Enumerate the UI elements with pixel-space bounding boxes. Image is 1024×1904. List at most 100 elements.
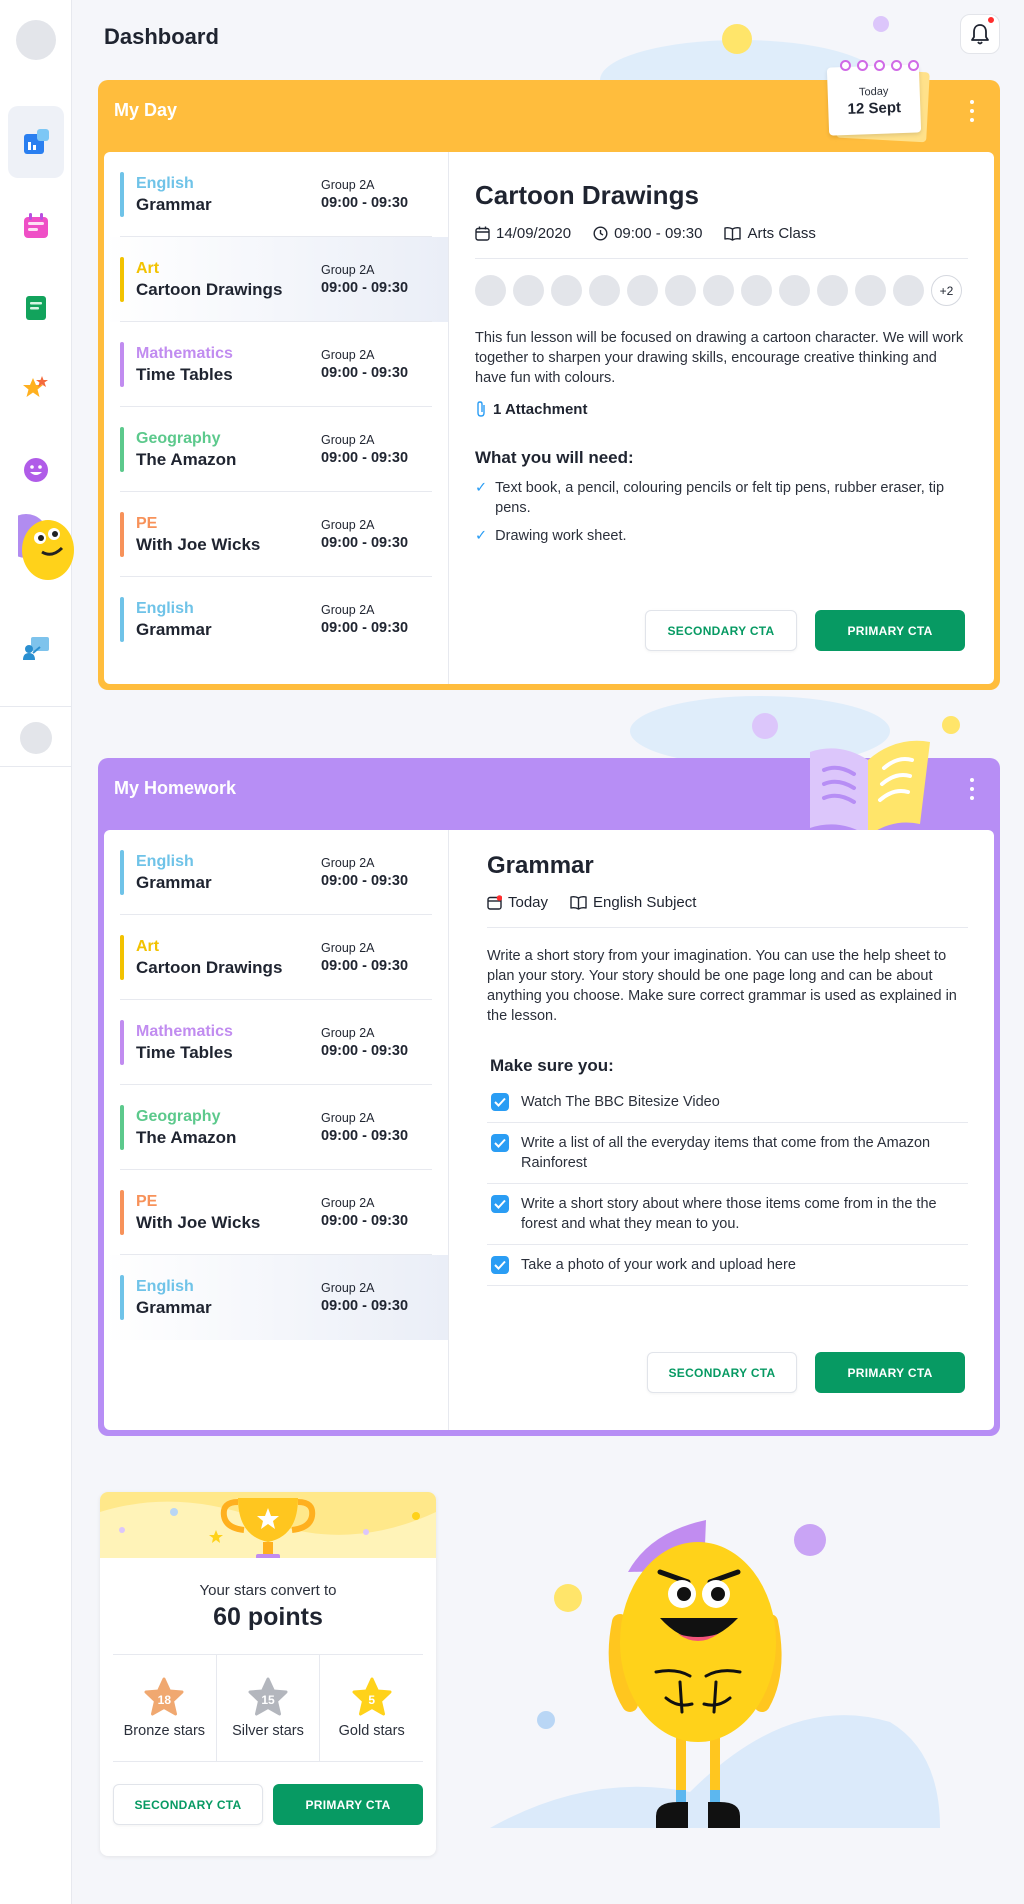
lesson-item[interactable]: English Grammar Group 2A 09:00 - 09:30 [104,152,448,237]
lesson-topic: The Amazon [136,1128,237,1147]
lesson-group: Group 2A [321,347,375,362]
notifications-button[interactable] [960,14,1000,54]
homework-description: Write a short story from your imaginatio… [487,948,957,1024]
lesson-item-selected[interactable]: English Grammar Group 2A 09:00 - 09:30 [104,1255,448,1340]
sidebar-item-dashboard[interactable] [8,106,64,178]
homework-detail: Grammar Today English Subject Write a sh… [449,830,994,1430]
attachment-link[interactable]: 1 Attachment [475,400,968,418]
sidebar-item-calendar[interactable] [8,190,64,262]
sidebar-item-mood[interactable] [8,434,64,506]
checklist-item[interactable]: Write a list of all the everyday items t… [487,1123,968,1184]
checkmark-icon [494,1097,506,1107]
lesson-time: 09:00 - 09:30 [321,534,409,551]
notification-dot [986,15,996,25]
subject-color-bar [120,1275,124,1320]
checklist-item[interactable]: Watch The BBC Bitesize Video [487,1082,968,1123]
subject-color-bar [120,850,124,895]
lesson-time: 09:00 - 09:30 [321,1297,409,1314]
attendee-avatar [589,275,620,306]
my-day-title: My Day [114,99,178,120]
checkmark-icon [494,1138,506,1148]
mascot-illustration [490,1520,940,1828]
my-homework-menu-button[interactable] [964,778,980,800]
my-day-menu-button[interactable] [964,100,980,122]
checkbox-checked[interactable] [491,1093,509,1111]
lesson-item[interactable]: Mathematics Time Tables Group 2A 09:00 - 0… [104,322,448,407]
lesson-topic: With Joe Wicks [136,535,261,554]
subject-color-bar [120,1105,124,1150]
lesson-subject: Mathematics [136,1023,233,1040]
silver-star-count: 15 [261,1693,275,1707]
secondary-cta-button[interactable]: SECONDARY CTA [113,1784,263,1825]
user-avatar[interactable] [16,20,56,60]
stars-card: Your stars convert to 60 points 18 Bronz… [100,1492,436,1856]
lesson-group: Group 2A [321,602,375,617]
lesson-item[interactable]: PE With Joe Wicks Group 2A 09:00 - 09:30 [104,1170,448,1255]
check-icon: ✓ [475,480,488,496]
primary-cta-button[interactable]: PRIMARY CTA [815,610,965,651]
lesson-subject: English [136,853,194,870]
book-icon [570,895,587,910]
checklist-item[interactable]: Write a short story about where those it… [487,1184,968,1245]
calendar-icon [24,213,48,238]
subject-color-bar [120,1190,124,1235]
lesson-subject: Art [136,260,160,277]
lesson-item[interactable]: PE With Joe Wicks Group 2A 09:00 - 09:30 [104,492,448,577]
attendee-avatar [817,275,848,306]
sidebar-item-stars[interactable] [8,352,64,424]
lesson-group: Group 2A [321,1110,375,1125]
attendee-avatar [779,275,810,306]
lesson-group: Group 2A [321,1025,375,1040]
lesson-time: 09:00 - 09:30 [321,364,409,381]
lesson-date: 14/09/2020 [496,225,572,242]
attendee-avatar [475,275,506,306]
checklist-item[interactable]: Take a photo of your work and upload her… [487,1245,968,1286]
lesson-item[interactable]: English Grammar Group 2A 09:00 - 09:30 [104,577,448,662]
lesson-topic: Time Tables [136,1043,233,1062]
attendee-avatars: +2 [475,275,968,306]
stars-icon [23,376,48,397]
profile-avatar[interactable] [20,722,52,754]
checkbox-checked[interactable] [491,1256,509,1274]
lesson-subject: PE [136,1193,158,1210]
need-text: Drawing work sheet. [495,528,627,544]
primary-cta-button[interactable]: PRIMARY CTA [273,1784,423,1825]
lesson-item[interactable]: Geography The Amazon Group 2A 09:00 - 09:3… [104,407,448,492]
secondary-cta-button[interactable]: SECONDARY CTA [645,610,797,651]
lesson-group: Group 2A [321,517,375,532]
lesson-item[interactable]: Geography The Amazon Group 2A 09:00 - 09:3… [104,1085,448,1170]
smiley-icon [24,458,48,482]
checkbox-checked[interactable] [491,1134,509,1152]
page-title: Dashboard [104,24,219,49]
lesson-topic: Cartoon Drawings [136,958,283,977]
date-badge: Today 12 Sept [826,60,930,143]
subject-color-bar [120,512,124,557]
checkbox-checked[interactable] [491,1195,509,1213]
lesson-item-selected[interactable]: Art Cartoon Drawings Group 2A 09:00 - 09:3… [104,237,448,322]
lesson-item[interactable]: Art Cartoon Drawings Group 2A 09:00 - 09:3… [104,915,448,1000]
check-icon: ✓ [475,528,488,544]
lesson-subject: Art [136,938,160,955]
lesson-item[interactable]: English Grammar Group 2A 09:00 - 09:30 [104,830,448,915]
open-book-illustration [810,740,930,836]
attendee-avatar [665,275,696,306]
sidebar-item-homework[interactable] [8,272,64,344]
lesson-time: 09:00 - 09:30 [321,1127,409,1144]
gold-star-label: Gold stars [338,1723,405,1739]
lesson-subject: Mathematics [136,345,233,362]
lesson-subject: English [136,175,194,192]
lesson-time: 09:00 - 09:30 [321,194,409,211]
lesson-time: 09:00 - 09:30 [614,225,703,242]
secondary-cta-button[interactable]: SECONDARY CTA [647,1352,797,1393]
bell-icon [971,24,989,45]
attendee-avatar [551,275,582,306]
primary-cta-button[interactable]: PRIMARY CTA [815,1352,965,1393]
calendar-icon [475,226,490,241]
book-icon [724,226,742,241]
trophy-icon [220,1498,316,1558]
more-attendees-badge[interactable]: +2 [931,275,962,306]
lesson-item[interactable]: Mathematics Time Tables Group 2A 09:00 - 0… [104,1000,448,1085]
checklist-heading: Make sure you: [490,1056,614,1075]
lesson-topic: With Joe Wicks [136,1213,261,1232]
sidebar-item-classroom[interactable] [8,612,64,684]
